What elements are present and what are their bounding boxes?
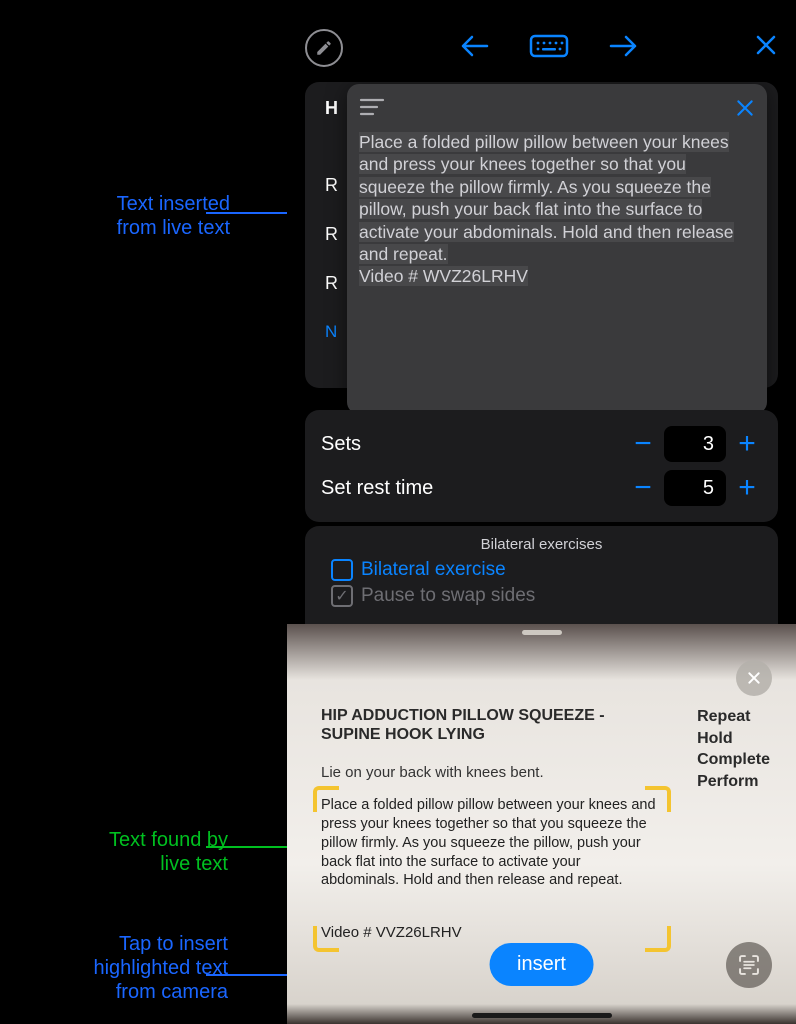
pencil-icon xyxy=(315,39,333,57)
live-text-corner-icon xyxy=(313,786,339,812)
edit-button[interactable] xyxy=(305,29,343,67)
prev-button[interactable] xyxy=(461,32,489,64)
document-right-column: Repeat Hold Complete Perform xyxy=(697,706,770,792)
arrow-right-icon xyxy=(609,35,637,57)
arrow-left-icon xyxy=(461,35,489,57)
live-text-icon xyxy=(736,952,762,978)
sets-label: Sets xyxy=(321,433,361,456)
indent-icon[interactable] xyxy=(359,97,385,122)
rest-minus-button[interactable]: − xyxy=(628,471,658,505)
checkbox-checked-icon xyxy=(331,585,353,607)
close-button[interactable] xyxy=(754,31,778,65)
keyboard-button[interactable] xyxy=(529,34,569,62)
annotation-inserted-text: Text inserted from live text xyxy=(30,192,230,240)
sheet-grabber[interactable] xyxy=(522,630,562,635)
rest-row: Set rest time − 5 + xyxy=(321,466,762,510)
bilateral-label: Bilateral exercise xyxy=(361,559,506,581)
close-icon xyxy=(754,33,778,57)
live-text-corner-icon xyxy=(313,926,339,952)
live-text-popup: Place a folded pillow pillow between you… xyxy=(347,84,767,414)
keyboard-icon xyxy=(529,34,569,62)
insert-button[interactable]: insert xyxy=(489,943,594,986)
rest-plus-button[interactable]: + xyxy=(732,471,762,505)
close-icon xyxy=(735,98,755,118)
pause-swap-row: Pause to swap sides xyxy=(331,585,752,607)
toolbar xyxy=(287,24,796,72)
annotation-found-text: Text found by live text xyxy=(22,828,228,876)
popup-close-button[interactable] xyxy=(735,94,755,125)
sets-value[interactable]: 3 xyxy=(664,426,726,462)
next-button[interactable] xyxy=(609,32,637,64)
document-subtitle: Lie on your back with knees bent. xyxy=(321,764,544,781)
pause-swap-label: Pause to swap sides xyxy=(361,585,535,607)
camera-close-button[interactable] xyxy=(736,660,772,696)
checkbox-unchecked-icon xyxy=(331,559,353,581)
sets-row: Sets − 3 + xyxy=(321,422,762,466)
app-modal: ✕ H R- R- R- N Place a folded pillow pil… xyxy=(287,6,796,624)
document-video-id: Video # VVZ26LRHV xyxy=(321,924,462,941)
bilateral-title: Bilateral exercises xyxy=(321,536,762,553)
sets-minus-button[interactable]: − xyxy=(628,427,658,461)
sets-stepper: − 3 + xyxy=(628,426,762,462)
document-title: HIP ADDUCTION PILLOW SQUEEZE - SUPINE HO… xyxy=(321,706,661,744)
live-text-corner-icon xyxy=(645,786,671,812)
bilateral-checkbox-row[interactable]: Bilateral exercise xyxy=(331,559,752,581)
inserted-text-body[interactable]: Place a folded pillow pillow between you… xyxy=(359,131,755,288)
rest-stepper: − 5 + xyxy=(628,470,762,506)
home-indicator[interactable] xyxy=(472,1013,612,1018)
sets-plus-button[interactable]: + xyxy=(732,427,762,461)
rest-label: Set rest time xyxy=(321,477,433,500)
toolbar-center xyxy=(461,32,637,64)
sets-card: Sets − 3 + Set rest time − 5 + xyxy=(305,410,778,522)
annotation-tap-insert: Tap to insert highlighted text from came… xyxy=(22,932,228,1004)
live-text-corner-icon xyxy=(645,926,671,952)
camera-live-text-panel: HIP ADDUCTION PILLOW SQUEEZE - SUPINE HO… xyxy=(287,624,796,1024)
close-icon xyxy=(746,670,762,686)
rest-value[interactable]: 5 xyxy=(664,470,726,506)
document-body: Place a folded pillow pillow between you… xyxy=(321,796,661,890)
live-text-capture-button[interactable] xyxy=(726,942,772,988)
